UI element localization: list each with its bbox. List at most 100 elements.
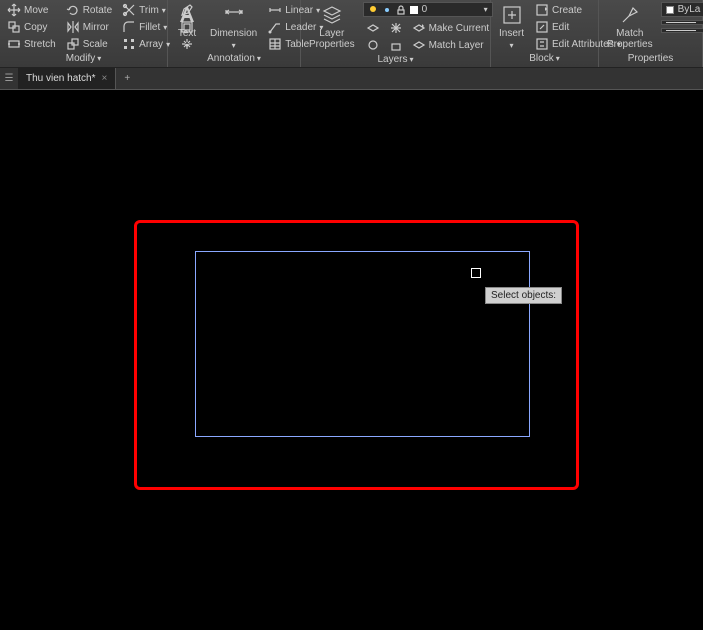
layer-state-2[interactable]: [363, 37, 383, 53]
color-selector[interactable]: ByLa: [661, 2, 703, 17]
layer-state-4[interactable]: [386, 37, 406, 53]
move-label: Move: [24, 5, 48, 16]
copy-label: Copy: [24, 22, 47, 33]
scale-label: Scale: [83, 39, 108, 50]
text-dropdown[interactable]: ▾: [185, 41, 189, 50]
match-layer-button[interactable]: Match Layer: [409, 37, 493, 53]
mirror-icon: [66, 20, 80, 34]
lightbulb-icon: [368, 5, 378, 15]
table-icon: [268, 37, 282, 51]
layer-iso-icon: [366, 21, 380, 35]
tab-label: Thu vien hatch*: [26, 73, 96, 84]
stretch-button[interactable]: Stretch: [4, 36, 59, 52]
layers-icon: [321, 4, 343, 26]
fillet-label: Fillet: [139, 22, 160, 33]
tab-add-button[interactable]: +: [116, 68, 138, 89]
tab-close-icon[interactable]: ×: [102, 73, 108, 84]
mirror-label: Mirror: [83, 22, 109, 33]
layer-dropdown-arrow[interactable]: ▾: [484, 5, 488, 14]
insert-icon: [501, 4, 523, 26]
panel-layers: Layer Properties 0 ▾: [301, 0, 491, 67]
drawing-canvas[interactable]: Select objects:: [0, 90, 703, 630]
fillet-dropdown[interactable]: ▾: [163, 23, 167, 32]
linear-icon: [268, 3, 282, 17]
panel-modify: Move Copy Stretch Rotate Mirro: [0, 0, 168, 67]
insert-label: Insert: [499, 28, 524, 39]
make-current-icon: [412, 21, 426, 35]
ribbon: Move Copy Stretch Rotate Mirro: [0, 0, 703, 68]
sun-icon: [382, 5, 392, 15]
copy-button[interactable]: Copy: [4, 19, 59, 35]
stretch-icon: [7, 37, 21, 51]
scale-button[interactable]: Scale: [63, 36, 115, 52]
dimension-icon: [223, 4, 245, 26]
rotate-label: Rotate: [83, 5, 112, 16]
color-label: ByLa: [678, 4, 701, 15]
panel-layers-title[interactable]: Layers▾: [305, 53, 486, 67]
edit-attrs-icon: [535, 37, 549, 51]
layer-properties-button[interactable]: Layer Properties: [305, 2, 359, 52]
tab-menu-button[interactable]: ☰: [0, 68, 18, 89]
layer-off-icon: [366, 38, 380, 52]
lock-icon: [396, 5, 406, 15]
match-layer-label: Match Layer: [429, 40, 484, 51]
panel-properties: Match Properties ByLa Properties: [599, 0, 703, 67]
panel-annotation-title[interactable]: Annotation▾: [172, 52, 296, 66]
panel-block-title[interactable]: Block▾: [495, 52, 594, 66]
panel-modify-title[interactable]: Modify▾: [4, 52, 163, 66]
match-props-label: Match Properties: [607, 28, 653, 50]
layer-lock-icon: [389, 38, 403, 52]
move-button[interactable]: Move: [4, 2, 59, 18]
panel-block: Insert ▾ Create Edit Edit Attributes ▾: [491, 0, 599, 67]
text-button[interactable]: Text ▾: [172, 2, 202, 52]
linetype-preview: [666, 30, 696, 31]
trim-label: Trim: [139, 5, 159, 16]
insert-dropdown[interactable]: ▾: [510, 41, 514, 50]
drawing-rectangle[interactable]: [195, 251, 530, 437]
match-props-icon: [619, 4, 641, 26]
command-tooltip: Select objects:: [485, 287, 562, 304]
insert-button[interactable]: Insert ▾: [495, 2, 528, 52]
mirror-button[interactable]: Mirror: [63, 19, 115, 35]
layer-state-1[interactable]: [363, 20, 383, 36]
trim-icon: [122, 3, 136, 17]
layer-properties-label: Layer Properties: [309, 28, 355, 50]
edit-icon: [535, 20, 549, 34]
color-swatch: [666, 6, 674, 14]
array-button[interactable]: Array ▾: [119, 36, 173, 52]
leader-icon: [268, 20, 282, 34]
rotate-icon: [66, 3, 80, 17]
dimension-label: Dimension: [210, 28, 257, 39]
dimension-dropdown[interactable]: ▾: [232, 41, 236, 50]
edit-label: Edit: [552, 22, 569, 33]
match-properties-button[interactable]: Match Properties: [603, 2, 657, 52]
copy-icon: [7, 20, 21, 34]
text-label: Text: [178, 28, 196, 39]
layer-selector[interactable]: 0 ▾: [363, 2, 493, 17]
lineweight-selector[interactable]: [661, 20, 703, 25]
line-preview: [666, 22, 696, 23]
layer-freeze-icon: [389, 21, 403, 35]
pickbox-cursor: [471, 268, 481, 278]
trim-dropdown[interactable]: ▾: [162, 6, 166, 15]
linetype-selector[interactable]: [661, 28, 703, 33]
create-label: Create: [552, 5, 582, 16]
panel-properties-title[interactable]: Properties: [603, 52, 698, 66]
scale-icon: [66, 37, 80, 51]
move-icon: [7, 3, 21, 17]
current-layer-name: 0: [422, 4, 480, 15]
stretch-label: Stretch: [24, 39, 56, 50]
make-current-button[interactable]: Make Current: [409, 20, 493, 36]
trim-button[interactable]: Trim ▾: [119, 2, 173, 18]
layer-state-3[interactable]: [386, 20, 406, 36]
array-icon: [122, 37, 136, 51]
rotate-button[interactable]: Rotate: [63, 2, 115, 18]
layer-color-swatch: [410, 6, 418, 14]
tab-thu-vien-hatch[interactable]: Thu vien hatch* ×: [18, 68, 116, 89]
array-label: Array: [139, 39, 163, 50]
document-tabs: ☰ Thu vien hatch* × +: [0, 68, 703, 90]
fillet-button[interactable]: Fillet ▾: [119, 19, 173, 35]
dimension-button[interactable]: Dimension ▾: [206, 2, 261, 52]
create-icon: [535, 3, 549, 17]
fillet-icon: [122, 20, 136, 34]
